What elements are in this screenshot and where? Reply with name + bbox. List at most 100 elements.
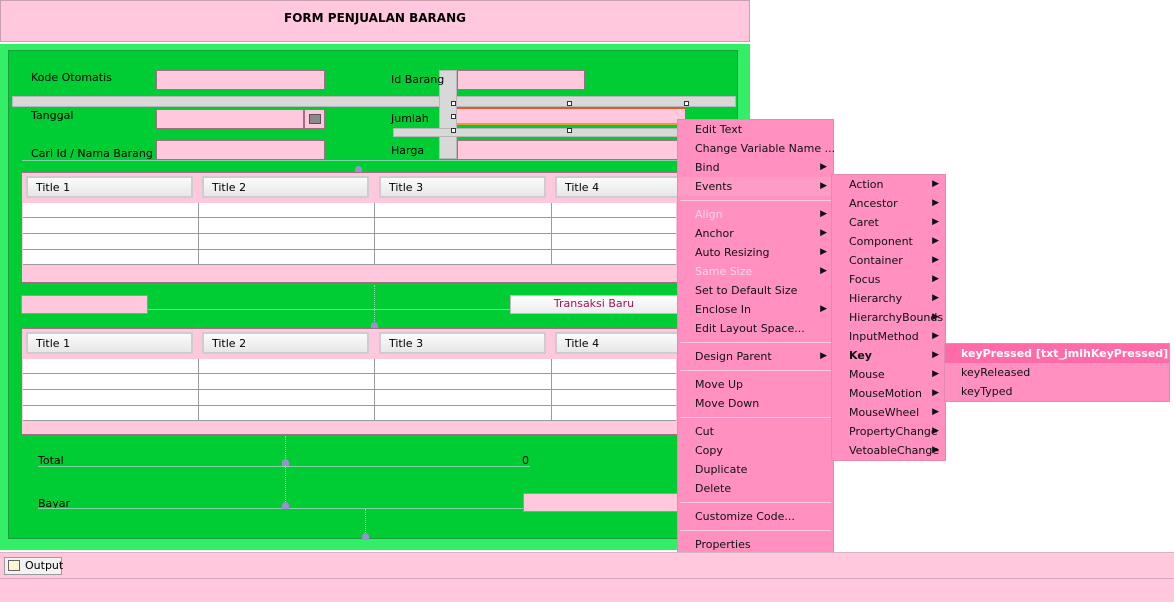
anchor-marker: [282, 459, 289, 466]
resize-handle[interactable]: [451, 128, 456, 133]
table-column-divider: [551, 203, 552, 265]
tanggal-field[interactable]: [156, 109, 304, 129]
table-2-header-1[interactable]: Title 1: [26, 332, 193, 354]
output-window-icon: [8, 560, 20, 571]
events-item-component[interactable]: Component ▶: [832, 232, 945, 251]
resize-handle[interactable]: [451, 114, 456, 119]
table-2-header-3[interactable]: Title 3: [379, 332, 546, 354]
key-submenu[interactable]: keyPressed [txt_jmlhKeyPressed] keyRelea…: [944, 343, 1170, 402]
chevron-right-icon: ▶: [932, 217, 939, 227]
events-item-mouse-motion[interactable]: MouseMotion ▶: [832, 384, 945, 403]
menu-item-cut[interactable]: Cut: [678, 422, 833, 441]
table-1-body[interactable]: [23, 203, 676, 265]
events-item-action[interactable]: Action ▶: [832, 175, 945, 194]
layout-guide-bar: [12, 96, 736, 107]
anchor-marker: [362, 533, 369, 540]
chevron-right-icon: ▶: [932, 274, 939, 284]
table-column-divider: [374, 203, 375, 265]
chevron-right-icon: ▶: [932, 312, 939, 322]
table-1[interactable]: Title 1 Title 2 Title 3 Title 4: [21, 172, 679, 283]
table-2[interactable]: Title 1 Title 2 Title 3 Title 4: [21, 328, 679, 435]
menu-item-enclose-in[interactable]: Enclose In ▶: [678, 300, 833, 319]
harga-field[interactable]: [457, 140, 679, 160]
bayar-field[interactable]: [523, 493, 678, 512]
events-submenu[interactable]: Action ▶ Ancestor ▶ Caret ▶ Component ▶ Cont…: [831, 174, 946, 461]
layout-guide-line: [285, 466, 286, 506]
key-item-key-released[interactable]: keyReleased: [945, 363, 1169, 382]
cari-barang-field[interactable]: [156, 140, 325, 160]
resize-handle[interactable]: [451, 101, 456, 106]
context-menu[interactable]: Edit Text Change Variable Name ... Bind ▶…: [677, 119, 835, 553]
table-1-header-4[interactable]: Title 4: [555, 176, 679, 198]
events-item-focus[interactable]: Focus ▶: [832, 270, 945, 289]
table-2-header-4[interactable]: Title 4: [555, 332, 679, 354]
label-harga: Harga: [391, 144, 425, 157]
menu-item-edit-layout-space[interactable]: Edit Layout Space...: [678, 319, 833, 338]
table-2-header-2[interactable]: Title 2: [202, 332, 369, 354]
chevron-right-icon: ▶: [820, 351, 827, 361]
menu-item-auto-resizing[interactable]: Auto Resizing ▶: [678, 243, 833, 262]
menu-separator: [680, 370, 831, 371]
table-1-header-3[interactable]: Title 3: [379, 176, 546, 198]
menu-separator: [680, 502, 831, 503]
table-1-header-1[interactable]: Title 1: [26, 176, 193, 198]
middle-text-field[interactable]: [21, 295, 148, 314]
chevron-right-icon: ▶: [932, 350, 939, 360]
events-item-input-method[interactable]: InputMethod ▶: [832, 327, 945, 346]
table-2-body[interactable]: [23, 359, 676, 421]
table-row: [23, 389, 676, 390]
events-item-ancestor[interactable]: Ancestor ▶: [832, 194, 945, 213]
events-item-mouse-wheel[interactable]: MouseWheel ▶: [832, 403, 945, 422]
date-picker-button[interactable]: [304, 109, 325, 129]
resize-handle[interactable]: [567, 128, 572, 133]
chevron-right-icon: ▶: [932, 198, 939, 208]
output-tab[interactable]: Output: [4, 557, 63, 575]
events-item-hierarchy-bounds[interactable]: HierarchyBounds ▶: [832, 308, 945, 327]
menu-separator: [680, 342, 831, 343]
resize-handle[interactable]: [567, 101, 572, 106]
table-row: [23, 233, 676, 234]
events-item-key[interactable]: Key ▶: [832, 346, 945, 365]
kode-otomatis-field[interactable]: [156, 70, 325, 90]
menu-item-delete[interactable]: Delete: [678, 479, 833, 498]
menu-item-change-variable-name[interactable]: Change Variable Name ...: [678, 139, 835, 158]
table-column-divider: [374, 359, 375, 421]
chevron-right-icon: ▶: [932, 388, 939, 398]
output-panel: [0, 552, 1174, 602]
menu-item-move-down[interactable]: Move Down: [678, 394, 833, 413]
key-item-key-typed[interactable]: keyTyped: [945, 382, 1169, 401]
id-barang-field[interactable]: [457, 70, 585, 90]
events-item-mouse[interactable]: Mouse ▶: [832, 365, 945, 384]
menu-item-customize-code[interactable]: Customize Code...: [678, 507, 833, 526]
chevron-right-icon: ▶: [820, 266, 827, 276]
events-item-caret[interactable]: Caret ▶: [832, 213, 945, 232]
events-item-property-change[interactable]: PropertyChange ▶: [832, 422, 945, 441]
events-item-container[interactable]: Container ▶: [832, 251, 945, 270]
menu-item-events[interactable]: Events ▶: [678, 177, 833, 196]
menu-item-anchor[interactable]: Anchor ▶: [678, 224, 833, 243]
output-divider: [0, 578, 1174, 579]
menu-item-move-up[interactable]: Move Up: [678, 375, 833, 394]
label-jumlah: Jumlah: [391, 112, 429, 125]
table-1-header-2[interactable]: Title 2: [202, 176, 369, 198]
menu-separator: [680, 417, 831, 418]
menu-item-duplicate[interactable]: Duplicate: [678, 460, 833, 479]
menu-item-design-parent[interactable]: Design Parent ▶: [678, 347, 833, 366]
chevron-right-icon: ▶: [820, 181, 827, 191]
jumlah-field-selected[interactable]: [457, 107, 685, 125]
label-kode-otomatis: Kode Otomatis: [31, 71, 112, 84]
label-tanggal: Tanggal: [31, 109, 74, 122]
menu-item-set-default-size[interactable]: Set to Default Size: [678, 281, 833, 300]
anchor-marker: [282, 502, 289, 509]
chevron-right-icon: ▶: [932, 445, 939, 455]
form-title: FORM PENJUALAN BARANG: [284, 11, 466, 25]
chevron-right-icon: ▶: [932, 331, 939, 341]
menu-item-copy[interactable]: Copy: [678, 441, 833, 460]
menu-item-bind[interactable]: Bind ▶: [678, 158, 833, 177]
resize-handle[interactable]: [684, 101, 689, 106]
events-item-vetoable-change[interactable]: VetoableChange ▶: [832, 441, 945, 460]
transaksi-baru-button[interactable]: Transaksi Baru: [510, 295, 678, 314]
events-item-hierarchy[interactable]: Hierarchy ▶: [832, 289, 945, 308]
menu-item-edit-text[interactable]: Edit Text: [678, 120, 833, 139]
key-item-key-pressed[interactable]: keyPressed [txt_jmlhKeyPressed]: [945, 344, 1169, 363]
